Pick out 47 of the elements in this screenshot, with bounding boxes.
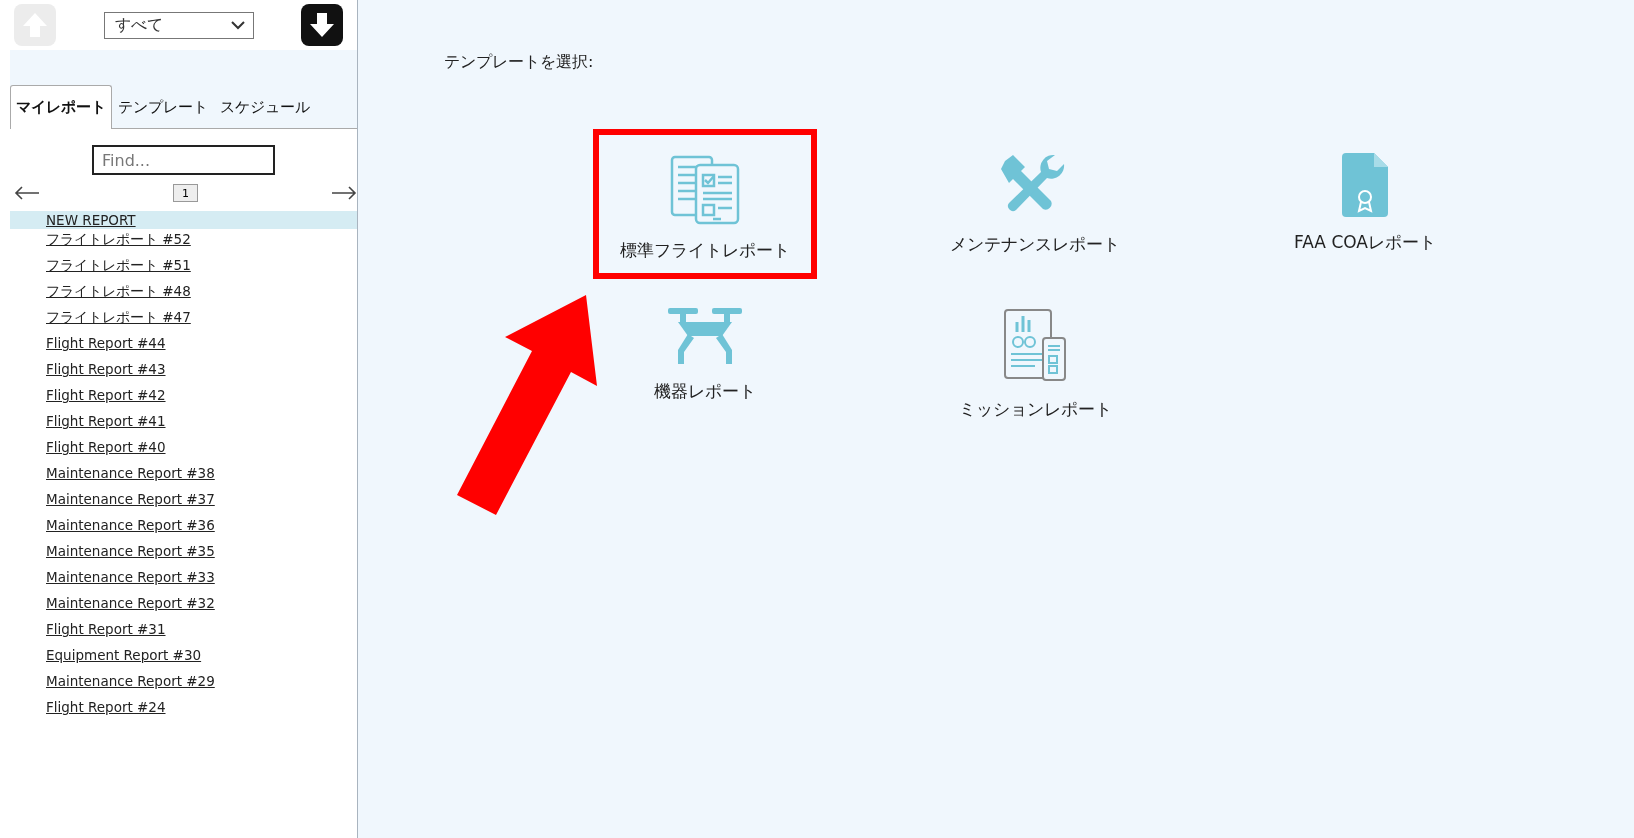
template-tile[interactable]: 機器レポート xyxy=(593,284,817,434)
drone-icon xyxy=(668,308,742,366)
right-arrow-icon[interactable] xyxy=(331,186,357,200)
template-label: メンテナンスレポート xyxy=(950,233,1120,256)
chevron-down-icon xyxy=(230,20,245,30)
report-link[interactable]: Flight Report #31 xyxy=(46,621,166,637)
tab[interactable]: マイレポート xyxy=(10,85,112,129)
move-down-button[interactable] xyxy=(301,4,343,46)
report-link[interactable]: Maintenance Report #33 xyxy=(46,569,215,585)
report-link[interactable]: フライトレポート #48 xyxy=(46,283,191,301)
find-field[interactable]: Find... xyxy=(92,145,275,175)
documents-icon xyxy=(668,153,742,225)
report-link[interactable]: Flight Report #24 xyxy=(46,699,166,715)
tab[interactable]: テンプレート xyxy=(112,85,214,129)
page-button[interactable]: 1 xyxy=(173,184,198,202)
report-link[interactable]: フライトレポート #47 xyxy=(46,309,191,327)
report-link[interactable]: Maintenance Report #37 xyxy=(46,491,215,507)
report-link[interactable]: Maintenance Report #35 xyxy=(46,543,215,559)
template-tile[interactable]: ミッションレポート xyxy=(923,284,1147,434)
report-link[interactable]: Flight Report #42 xyxy=(46,387,166,403)
down-arrow-icon xyxy=(309,12,335,38)
report-link[interactable]: Flight Report #40 xyxy=(46,439,166,455)
report-link[interactable]: Flight Report #41 xyxy=(46,413,166,429)
report-link[interactable]: Maintenance Report #38 xyxy=(46,465,215,481)
template-label: ミッションレポート xyxy=(958,398,1112,421)
report-link[interactable]: Flight Report #43 xyxy=(46,361,166,377)
highlight-frame[interactable]: 標準フライトレポート xyxy=(593,129,817,279)
template-label: 標準フライトレポート xyxy=(620,239,790,262)
report-device-icon xyxy=(1003,308,1067,384)
template-tile[interactable]: メンテナンスレポート xyxy=(923,129,1147,279)
selected-row[interactable]: NEW REPORT xyxy=(10,211,357,229)
left-arrow-icon[interactable] xyxy=(14,186,40,200)
report-link[interactable]: フライトレポート #51 xyxy=(46,257,191,275)
template-tile[interactable]: FAA COAレポート xyxy=(1253,129,1477,279)
report-link[interactable]: Flight Report #44 xyxy=(46,335,166,351)
report-link[interactable]: Equipment Report #30 xyxy=(46,647,202,663)
template-label: 機器レポート xyxy=(654,380,756,403)
certificate-icon xyxy=(1342,153,1388,217)
report-link[interactable]: NEW REPORT xyxy=(46,212,136,228)
report-link[interactable]: Maintenance Report #32 xyxy=(46,595,215,611)
section-heading: テンプレートを選択: xyxy=(444,52,595,73)
report-link[interactable]: Maintenance Report #36 xyxy=(46,517,215,533)
template-label: FAA COAレポート xyxy=(1294,231,1436,254)
tab[interactable]: スケジュール xyxy=(214,85,316,129)
report-link[interactable]: Maintenance Report #29 xyxy=(46,673,215,689)
filter-dropdown[interactable]: すべて xyxy=(103,11,254,39)
report-link[interactable]: フライトレポート #52 xyxy=(46,231,191,249)
